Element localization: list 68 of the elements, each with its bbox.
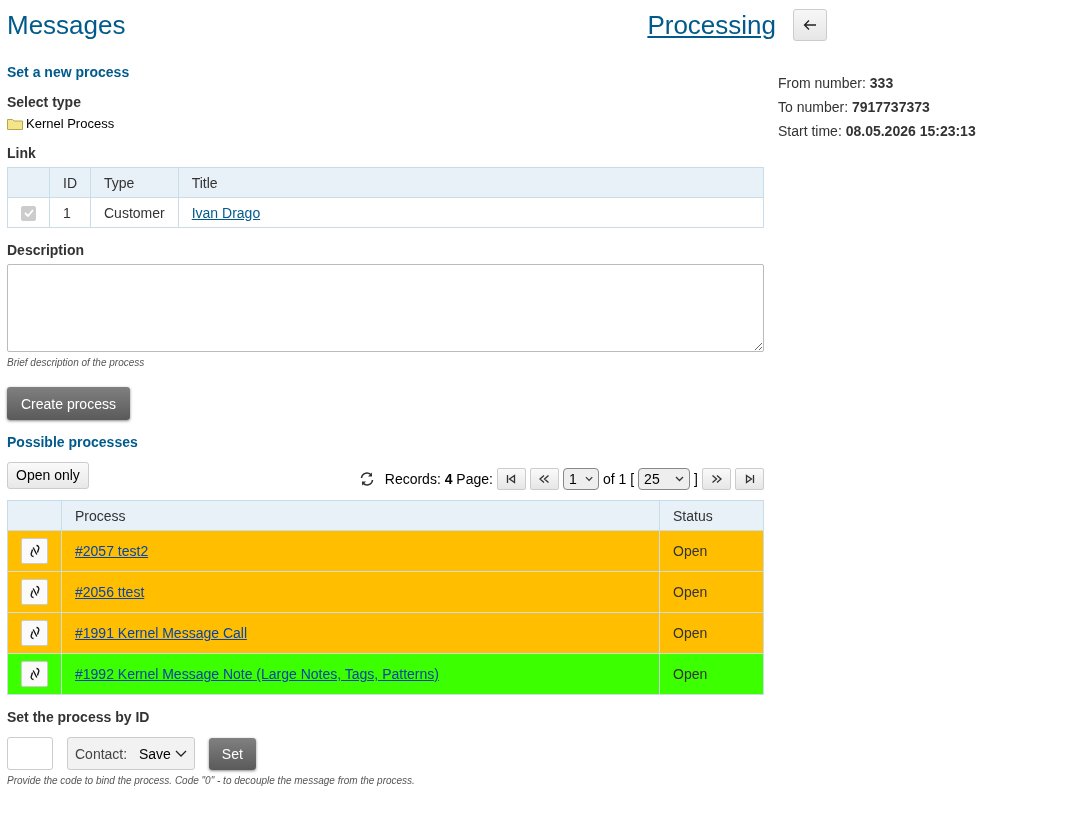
info-line: From number: 333 (778, 74, 895, 93)
field-hint: Brief description of the process (7, 357, 146, 368)
type-item[interactable]: Kernel Process (26, 116, 115, 131)
table-cell: 1 (49, 197, 91, 228)
open-only-button[interactable]: Open only (7, 461, 89, 489)
column-header: Title (178, 167, 764, 198)
column-header: Process (61, 500, 660, 531)
refresh-icon[interactable] (358, 471, 375, 487)
process-row[interactable]: #1991 Kernel Message Call Open (7, 612, 764, 654)
previous-page-button[interactable] (529, 468, 559, 490)
column-header: Type (90, 167, 179, 198)
set-button[interactable]: Set (208, 737, 256, 770)
info-line: To number: 7917737373 (778, 98, 931, 117)
chain-link-icon (29, 544, 40, 558)
processing-link[interactable]: Processing (647, 9, 776, 41)
status-cell: Open (659, 612, 764, 654)
process-row[interactable]: #2057 test2 Open (7, 530, 764, 572)
column-header: ID (49, 167, 91, 198)
field-label: Link (7, 145, 37, 161)
process-link[interactable]: #2056 ttest (75, 584, 145, 600)
chain-link-icon (29, 667, 40, 681)
id-input-field[interactable] (7, 737, 53, 770)
process-link[interactable]: #2057 test2 (75, 543, 149, 559)
field-label: Select type (7, 94, 82, 110)
process-link[interactable]: #1991 Kernel Message Call (75, 625, 247, 641)
description-field[interactable] (7, 264, 764, 352)
table-cell: Customer (90, 197, 179, 228)
chain-link-icon (29, 626, 40, 640)
status-cell: Open (659, 530, 764, 572)
create-process-button[interactable]: Create process (7, 387, 130, 420)
first-page-icon (506, 474, 517, 484)
link-button[interactable] (21, 620, 48, 646)
status-cell: Open (659, 571, 764, 613)
arrow-left-icon (803, 19, 817, 31)
records-text: Records: 4 Page: (384, 471, 493, 487)
checkbox[interactable] (21, 205, 36, 221)
caret-icon (174, 749, 187, 758)
process-row[interactable]: #2056 ttest Open (7, 571, 764, 613)
contact-select[interactable]: Contact: Save (67, 737, 195, 770)
link-button[interactable] (21, 538, 48, 564)
field-label: Description (7, 242, 85, 258)
chain-link-icon (29, 585, 40, 599)
title-link[interactable]: Ivan Drago (191, 204, 261, 221)
info-line: Start time: 08.05.2026 15:23:13 (778, 122, 976, 141)
page-select[interactable]: 1 (562, 468, 599, 490)
field-label: Set the process by ID (7, 709, 151, 725)
status-cell: Open (659, 653, 764, 695)
page-size-select[interactable]: 25 (638, 468, 691, 490)
double-left-icon (538, 474, 551, 484)
page-title: Messages (7, 9, 126, 41)
last-page-button[interactable] (735, 468, 764, 490)
field-hint: Provide the code to bind the process. Code "0" - to decouple the message from the process. (7, 775, 416, 786)
process-row[interactable]: #1992 Kernel Message Note (Large Notes, Tags, Patterns) Open (7, 653, 764, 695)
section-heading: Possible processes (7, 434, 139, 450)
caret-icon (675, 476, 685, 482)
next-page-button[interactable] (702, 468, 731, 490)
caret-icon (584, 476, 593, 482)
folder-icon (7, 117, 23, 130)
page-count-text: of 1 [ (602, 471, 635, 487)
first-page-button[interactable] (496, 468, 526, 490)
last-page-icon (744, 474, 755, 484)
bracket-text: ] (694, 471, 698, 487)
back-button[interactable] (793, 9, 827, 41)
link-button[interactable] (21, 661, 48, 687)
double-right-icon (710, 474, 723, 484)
column-header: Status (659, 500, 764, 531)
section-heading: Set a new process (7, 64, 131, 80)
link-button[interactable] (21, 579, 48, 605)
